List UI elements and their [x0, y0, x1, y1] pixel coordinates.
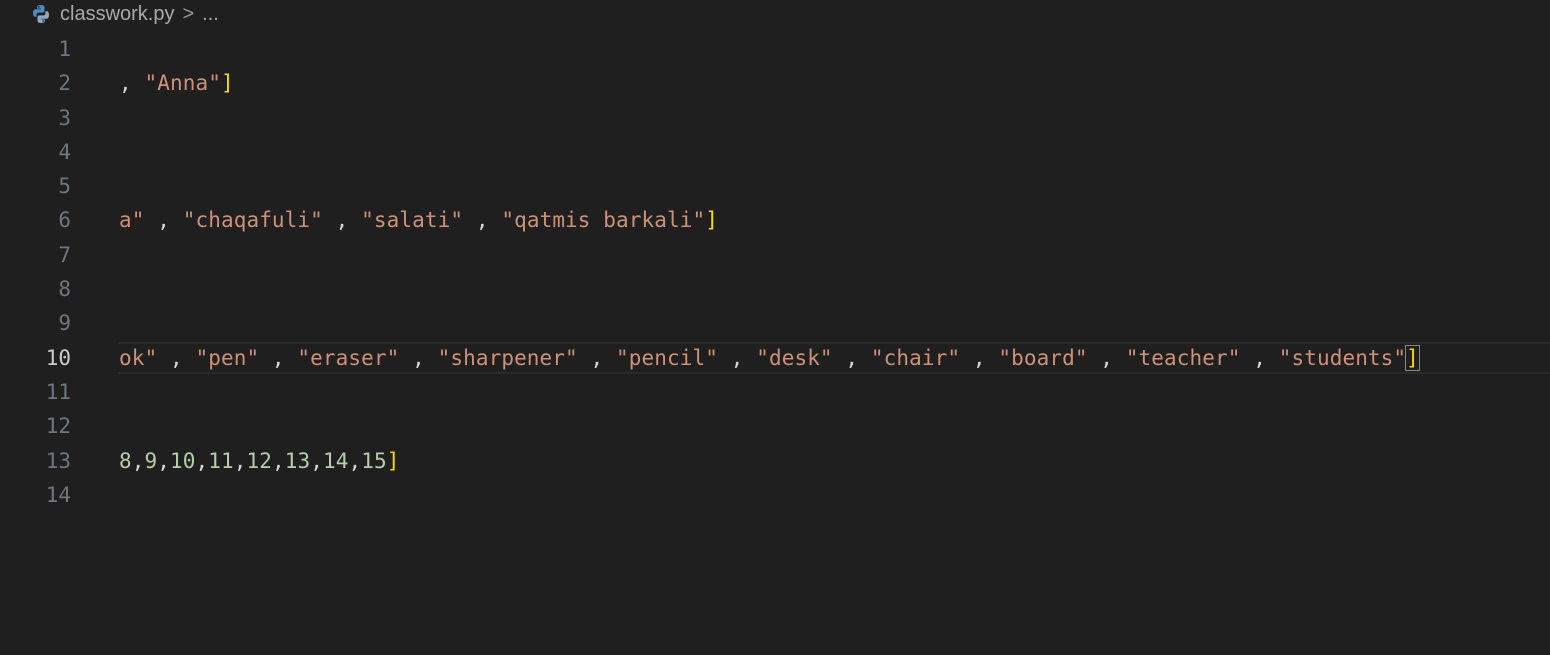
code-token: , [1240, 345, 1279, 370]
code-text[interactable]: ok" , "pen" , "eraser" , "sharpener" , "… [119, 341, 1420, 375]
code-token: "pencil" [616, 345, 718, 370]
code-token: , [195, 448, 209, 473]
code-token: 14 [323, 448, 349, 473]
code-token: "qatmis barkali" [501, 208, 706, 233]
breadcrumb-file-name[interactable]: classwork.py [60, 3, 174, 26]
code-token: "teacher" [1125, 345, 1241, 370]
code-token: , [1087, 345, 1126, 370]
line-number: 9 [58, 311, 71, 336]
code-token: , [960, 345, 999, 370]
code-line[interactable]: 14 [0, 478, 1550, 512]
code-token: , [577, 345, 617, 370]
code-token: 11 [208, 448, 234, 473]
code-token: 15 [361, 448, 387, 473]
code-token: ] [705, 208, 718, 233]
code-token: 13 [284, 448, 311, 473]
line-number: 10 [45, 345, 71, 370]
code-line[interactable]: 11 [0, 375, 1550, 409]
code-token: "sharpener" [437, 345, 578, 370]
line-number: 3 [58, 105, 71, 130]
code-token: "chaqafuli" [182, 208, 323, 233]
line-number: 11 [45, 379, 71, 404]
code-token: a" [119, 208, 145, 233]
code-token: , [144, 208, 183, 233]
code-line[interactable]: 8 [0, 272, 1550, 306]
code-token: "salati" [361, 208, 464, 233]
line-number: 6 [58, 208, 71, 233]
code-token: , [463, 208, 502, 233]
breadcrumb: classwork.py > ... [30, 0, 219, 28]
breadcrumb-separator: > [182, 3, 195, 25]
code-token: , [717, 345, 757, 370]
code-token: "desk" [756, 345, 833, 370]
code-token: , [399, 345, 438, 370]
code-line[interactable]: 7 [0, 238, 1550, 272]
line-number: 5 [58, 174, 71, 199]
code-line[interactable]: 5 [0, 169, 1550, 203]
code-text[interactable]: a" , "chaqafuli" , "salati" , "qatmis ba… [119, 203, 718, 237]
code-token: , [832, 345, 871, 370]
code-token: , [157, 345, 196, 370]
line-number: 1 [58, 37, 71, 61]
code-token: , [322, 208, 362, 233]
code-line[interactable]: 3 [0, 101, 1550, 135]
code-token: ] [1405, 344, 1420, 371]
code-token: , [119, 71, 145, 96]
code-editor[interactable]: 12, "Anna"] 3 4 5 6 a" , "chaqafuli" , "salat… [0, 32, 1550, 512]
code-token: 10 [170, 448, 196, 473]
code-line[interactable]: 1 [0, 32, 1550, 66]
code-text[interactable]: , "Anna"] [119, 66, 234, 100]
line-number: 4 [58, 139, 71, 164]
line-number: 13 [45, 448, 71, 473]
code-token: "eraser" [297, 345, 400, 370]
line-number: 14 [45, 482, 71, 507]
code-token: ok" [119, 345, 158, 370]
code-line[interactable]: 10 ok" , "pen" , "eraser" , "sharpener" ,… [0, 341, 1550, 375]
code-line[interactable]: 9 [0, 306, 1550, 340]
code-token: "Anna" [144, 71, 221, 96]
python-icon[interactable] [30, 3, 52, 25]
code-token: , [348, 448, 362, 473]
code-token: "students" [1278, 345, 1407, 370]
code-token: ] [386, 448, 400, 473]
line-number: 8 [58, 277, 71, 302]
code-token: 9 [144, 448, 158, 473]
code-line[interactable]: 12 [0, 409, 1550, 443]
line-number: 2 [58, 71, 71, 96]
code-token: , [310, 448, 323, 473]
code-line[interactable]: 13 8,9,10,11,12,13,14,15] [0, 444, 1550, 478]
code-token: , [272, 448, 285, 473]
code-token: , [131, 448, 145, 473]
code-token: , [157, 448, 170, 473]
code-token: 12 [246, 448, 272, 473]
code-token: "board" [998, 345, 1088, 370]
code-token: ] [220, 71, 234, 96]
code-token: , [233, 448, 247, 473]
code-token: 8 [119, 448, 132, 473]
code-line[interactable]: 4 [0, 135, 1550, 169]
code-token: , [259, 345, 298, 370]
code-token: "chair" [870, 345, 961, 370]
code-token: "pen" [195, 345, 260, 370]
code-line[interactable]: 6 a" , "chaqafuli" , "salati" , "qatmis b… [0, 203, 1550, 237]
line-number: 7 [58, 242, 71, 267]
breadcrumb-more[interactable]: ... [202, 3, 219, 26]
code-line[interactable]: 2, "Anna"] [0, 66, 1550, 100]
line-number: 12 [45, 414, 71, 439]
code-text[interactable]: 8,9,10,11,12,13,14,15] [119, 444, 400, 478]
